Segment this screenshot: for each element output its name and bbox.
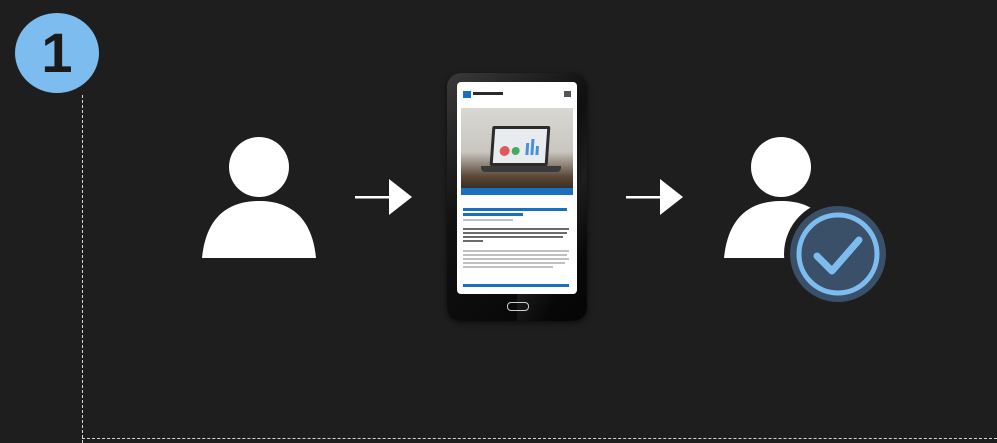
dashed-guide-vertical xyxy=(82,95,83,443)
phone-screen xyxy=(457,82,577,294)
article-text-line xyxy=(463,254,567,256)
article-text-line xyxy=(463,258,569,260)
article-text-line xyxy=(463,250,569,252)
article-text-line xyxy=(463,240,483,242)
article-hero-image xyxy=(461,108,573,188)
smartphone-icon xyxy=(447,73,587,321)
laptop-base xyxy=(481,166,561,172)
menu-icon xyxy=(564,91,571,97)
home-button xyxy=(507,302,529,311)
website-name xyxy=(473,92,503,95)
dashboard-graphic xyxy=(499,139,539,156)
arrow-right-icon xyxy=(355,179,412,215)
laptop-screen xyxy=(489,126,551,166)
article-text-line xyxy=(463,232,567,234)
article-text-line xyxy=(463,228,569,230)
dashed-guide-horizontal xyxy=(82,438,997,439)
article-title-line xyxy=(463,213,523,216)
checkmark-circle-icon xyxy=(784,200,892,308)
article-link-line xyxy=(463,284,569,287)
step-number-badge: 1 xyxy=(15,13,99,93)
laptop-display xyxy=(492,129,548,163)
article-meta-line xyxy=(463,219,513,221)
article-text-line xyxy=(463,266,553,268)
article-text-line xyxy=(463,236,563,238)
website-header xyxy=(457,82,577,104)
website-logo xyxy=(463,91,471,98)
article-title-line xyxy=(463,208,567,211)
article-caption-bar xyxy=(461,188,573,195)
user-icon xyxy=(202,137,316,258)
step-number: 1 xyxy=(41,21,73,84)
arrow-right-icon xyxy=(626,179,683,215)
article-text-line xyxy=(463,262,565,264)
